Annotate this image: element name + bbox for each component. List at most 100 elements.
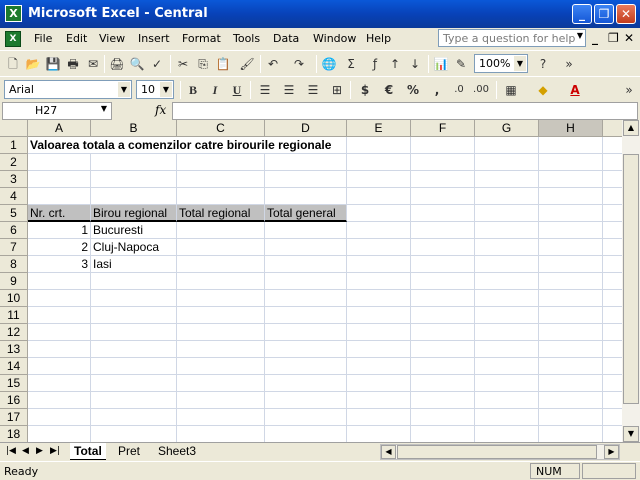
cell[interactable] xyxy=(411,239,475,256)
cell[interactable] xyxy=(475,137,539,154)
cell[interactable] xyxy=(411,324,475,341)
cell[interactable] xyxy=(265,188,347,205)
cell[interactable] xyxy=(177,392,265,409)
cell[interactable] xyxy=(475,222,539,239)
cell[interactable] xyxy=(265,375,347,392)
prev-sheet-icon[interactable]: ◀ xyxy=(22,446,29,456)
row-header[interactable]: 18 xyxy=(0,426,28,442)
cell[interactable] xyxy=(347,256,411,273)
cell[interactable] xyxy=(265,171,347,188)
cell[interactable] xyxy=(28,426,91,442)
row-header[interactable]: 17 xyxy=(0,409,28,426)
menu-view[interactable]: View xyxy=(99,32,125,45)
print-preview-icon[interactable]: 🔍 xyxy=(128,55,146,73)
cell[interactable] xyxy=(177,324,265,341)
cell[interactable] xyxy=(475,392,539,409)
cell[interactable] xyxy=(603,137,622,154)
cell[interactable] xyxy=(347,154,411,171)
row-header[interactable]: 15 xyxy=(0,375,28,392)
cell[interactable] xyxy=(91,375,177,392)
cell[interactable] xyxy=(347,205,411,222)
cell[interactable] xyxy=(28,171,91,188)
cell[interactable] xyxy=(347,409,411,426)
cell[interactable] xyxy=(539,154,603,171)
merge-center-icon[interactable]: ⊞ xyxy=(328,81,346,99)
scroll-up-icon[interactable]: ▲ xyxy=(623,120,639,136)
cell[interactable] xyxy=(347,307,411,324)
cell[interactable] xyxy=(539,307,603,324)
cell[interactable] xyxy=(347,188,411,205)
cell[interactable] xyxy=(539,171,603,188)
vertical-scrollbar[interactable]: ▲ ▼ xyxy=(622,120,640,442)
sheet-tab-pret[interactable]: Pret xyxy=(114,443,144,460)
cell[interactable] xyxy=(411,358,475,375)
cell[interactable] xyxy=(539,358,603,375)
cell[interactable] xyxy=(603,205,622,222)
cell[interactable] xyxy=(265,273,347,290)
cell[interactable] xyxy=(177,290,265,307)
cell[interactable] xyxy=(603,426,622,442)
new-icon[interactable]: 🗋 xyxy=(4,55,22,73)
cell[interactable] xyxy=(539,256,603,273)
permission-icon[interactable]: 🖶 xyxy=(64,55,82,73)
row-header[interactable]: 13 xyxy=(0,341,28,358)
hyperlink-icon[interactable]: 🌐 xyxy=(320,55,338,73)
cell[interactable] xyxy=(411,154,475,171)
cut-icon[interactable]: ✂ xyxy=(174,55,192,73)
cell[interactable] xyxy=(539,341,603,358)
formula-input[interactable] xyxy=(172,102,638,120)
comma-button[interactable]: , xyxy=(428,81,446,99)
undo-icon[interactable]: ↶ xyxy=(264,55,282,73)
cell[interactable] xyxy=(411,375,475,392)
cell[interactable] xyxy=(91,358,177,375)
sheet-tab-sheet3[interactable]: Sheet3 xyxy=(154,443,200,460)
row-header[interactable]: 12 xyxy=(0,324,28,341)
cell[interactable] xyxy=(539,273,603,290)
close-button[interactable]: ✕ xyxy=(616,4,636,24)
minimize-button[interactable]: _ xyxy=(572,4,592,24)
horizontal-scroll-thumb[interactable] xyxy=(397,445,597,459)
font-size-select[interactable]: 10 ▼ xyxy=(136,80,174,99)
cell[interactable] xyxy=(475,341,539,358)
cell[interactable] xyxy=(91,324,177,341)
cell[interactable] xyxy=(539,222,603,239)
scroll-right-icon[interactable]: ▶ xyxy=(604,445,619,459)
cell[interactable] xyxy=(539,409,603,426)
menu-insert[interactable]: Insert xyxy=(138,32,170,45)
cell[interactable] xyxy=(91,409,177,426)
italic-button[interactable]: I xyxy=(206,81,224,99)
cell[interactable] xyxy=(177,375,265,392)
cell[interactable] xyxy=(347,358,411,375)
cell[interactable] xyxy=(603,154,622,171)
chevron-down-icon[interactable]: ▼ xyxy=(101,104,107,113)
copy-icon[interactable]: ⎘ xyxy=(194,55,212,73)
format-painter-icon[interactable]: 🖌 xyxy=(238,55,256,73)
next-sheet-icon[interactable]: ▶ xyxy=(36,446,43,456)
cell[interactable] xyxy=(475,375,539,392)
chevron-down-icon[interactable]: ▼ xyxy=(577,31,583,40)
cell[interactable] xyxy=(28,188,91,205)
cell[interactable] xyxy=(603,290,622,307)
select-all-corner[interactable] xyxy=(0,120,28,137)
cell[interactable] xyxy=(177,341,265,358)
align-left-icon[interactable]: ☰ xyxy=(256,81,274,99)
help-search-input[interactable]: Type a question for help ▼ xyxy=(438,29,586,47)
cell[interactable] xyxy=(265,137,347,154)
cell[interactable] xyxy=(91,171,177,188)
cell[interactable] xyxy=(28,154,91,171)
cell[interactable] xyxy=(475,188,539,205)
cell[interactable] xyxy=(475,290,539,307)
row-header[interactable]: 8 xyxy=(0,256,28,273)
cell[interactable] xyxy=(177,222,265,239)
menu-window[interactable]: Window xyxy=(313,32,356,45)
cell[interactable] xyxy=(265,222,347,239)
cell[interactable] xyxy=(475,205,539,222)
cell[interactable] xyxy=(475,154,539,171)
cell[interactable] xyxy=(177,409,265,426)
font-select[interactable]: Arial ▼ xyxy=(4,80,132,99)
cell[interactable] xyxy=(28,324,91,341)
cell[interactable] xyxy=(91,341,177,358)
cell[interactable] xyxy=(603,239,622,256)
cell[interactable] xyxy=(28,358,91,375)
cell[interactable] xyxy=(603,392,622,409)
